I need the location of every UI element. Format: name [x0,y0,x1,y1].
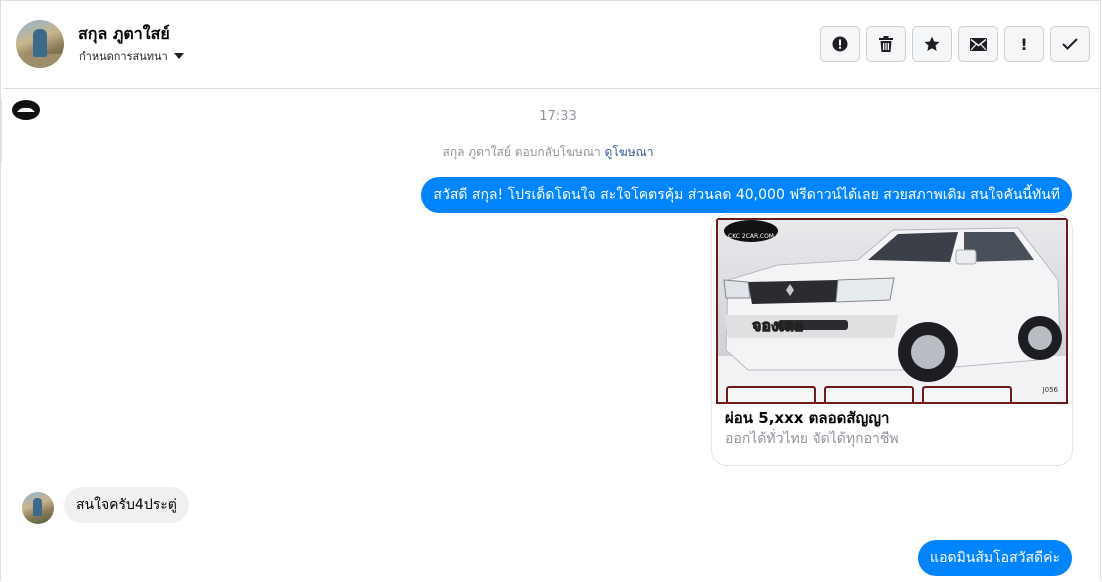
contact-avatar[interactable] [16,20,64,68]
conversation-setting-dropdown[interactable]: กำหนดการสนทนา [79,47,184,65]
ad-card[interactable]: CKC 2CAR.COM จองเลย J056 ผ่อน 5,xxx ตลอด… [711,214,1073,466]
outgoing-message[interactable]: แอดมินส้มโอสวัสดีค่ะ [918,540,1072,576]
delete-button[interactable] [866,26,906,62]
ad-image[interactable]: CKC 2CAR.COM จองเลย J056 [716,218,1068,404]
ad-reply-text: สกุล ภูตาใสย์ ตอบกลับโฆษณา [442,145,601,159]
message-list[interactable]: 17:33 สกุล ภูตาใสย์ ตอบกลับโฆษณา ดูโฆษณา… [0,89,1100,582]
ad-card-title: ผ่อน 5,xxx ตลอดสัญญา [725,409,890,427]
caret-down-icon [173,53,184,59]
check-icon [1062,38,1078,50]
thumbnail [922,386,1012,402]
mark-done-button[interactable] [1050,26,1090,62]
thumbnail-strip [718,386,1066,402]
promo-badge: จองเลย [751,316,804,336]
conversation-toolbar: ! [820,26,1090,62]
exclamation-icon: ! [1020,34,1028,54]
mark-unread-button[interactable] [958,26,998,62]
sender-avatar[interactable] [22,492,54,524]
thumbnail [726,386,816,402]
view-ad-link[interactable]: ดูโฆษณา [605,145,654,159]
alert-circle-icon [832,36,848,52]
trash-icon [879,36,893,52]
dealer-logo: CKC 2CAR.COM [724,220,778,242]
outgoing-message[interactable]: สวัสดี สกุล! โปรเด็ดโดนใจ สะใจโคตรคุ้ม ส… [421,177,1072,213]
conversation-setting-label: กำหนดการสนทนา [79,50,168,63]
star-button[interactable] [912,26,952,62]
ad-reply-note: สกุล ภูตาใสย์ ตอบกลับโฆษณา ดูโฆษณา [0,143,1096,162]
star-icon [924,36,940,51]
contact-name[interactable]: สกุล ภูตาใสย์ [78,22,170,47]
conversation-header: สกุล ภูตาใสย์ กำหนดการสนทนา ! [3,1,1100,89]
important-button[interactable]: ! [1004,26,1044,62]
envelope-icon [969,37,987,51]
pickup-truck-image [723,227,1062,382]
report-button[interactable] [820,26,860,62]
incoming-message[interactable]: สนใจครับ4ประตู่ [64,487,189,523]
message-timestamp: 17:33 [539,109,577,124]
thumbnail [824,386,914,402]
ad-card-subtitle: ออกได้ทั่วไทย จัดได้ทุกอาชีพ [725,431,899,447]
panel-edge [0,100,2,162]
